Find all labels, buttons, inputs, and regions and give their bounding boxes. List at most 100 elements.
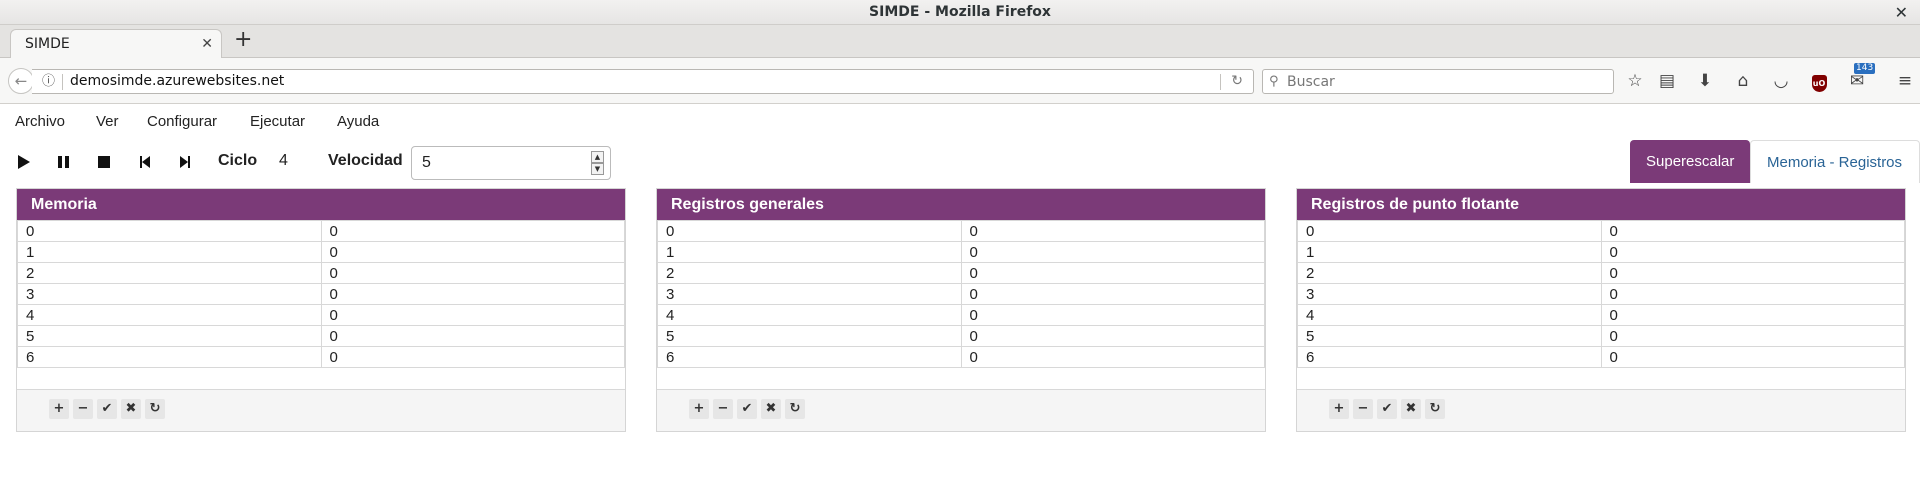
address-cell: 1 bbox=[17, 241, 322, 263]
value-cell[interactable]: 0 bbox=[320, 220, 625, 242]
tab-memoria-registros[interactable]: Memoria - Registros bbox=[1750, 140, 1920, 183]
cancel-icon[interactable]: ✖ bbox=[761, 399, 781, 419]
mail-notifier-icon[interactable]: ✉ 143 bbox=[1844, 63, 1876, 94]
back-arrow-icon: ← bbox=[14, 72, 28, 90]
notification-badge: 143 bbox=[1854, 63, 1876, 74]
tab-superescalar[interactable]: Superescalar bbox=[1630, 140, 1750, 183]
value-cell[interactable]: 0 bbox=[320, 283, 625, 305]
confirm-icon[interactable]: ✔ bbox=[1377, 399, 1397, 419]
value-cell[interactable]: 0 bbox=[1600, 262, 1905, 284]
panel-title: Registros generales bbox=[657, 189, 1265, 220]
fp-registers-table: 00 10 20 30 40 50 60 bbox=[1297, 220, 1905, 368]
value-cell[interactable]: 0 bbox=[320, 346, 625, 368]
new-tab-button[interactable]: + bbox=[234, 29, 252, 51]
pause-icon[interactable] bbox=[52, 150, 76, 174]
url-text[interactable]: demosimde.azurewebsites.net bbox=[70, 70, 284, 93]
spin-down-icon[interactable]: ▼ bbox=[591, 163, 604, 175]
bookmark-star-icon[interactable]: ☆ bbox=[1622, 68, 1648, 94]
register-cell: 6 bbox=[1297, 346, 1602, 368]
add-icon[interactable]: + bbox=[1329, 399, 1349, 419]
table-row: 20 bbox=[657, 262, 1265, 284]
general-registers-panel: Registros generales 00 10 20 30 40 50 60… bbox=[656, 188, 1266, 432]
register-cell: 3 bbox=[1297, 283, 1602, 305]
value-cell[interactable]: 0 bbox=[1600, 241, 1905, 263]
tab-close-icon[interactable]: ✕ bbox=[201, 30, 213, 59]
back-button[interactable]: ← bbox=[8, 68, 34, 94]
stop-icon[interactable] bbox=[92, 150, 116, 174]
add-icon[interactable]: + bbox=[689, 399, 709, 419]
menu-ver[interactable]: Ver bbox=[96, 113, 119, 130]
panel-title: Registros de punto flotante bbox=[1297, 189, 1905, 220]
remove-icon[interactable]: − bbox=[73, 399, 93, 419]
ublock-icon[interactable]: uO bbox=[1806, 68, 1832, 94]
confirm-icon[interactable]: ✔ bbox=[97, 399, 117, 419]
play-icon[interactable] bbox=[12, 150, 36, 174]
value-cell[interactable]: 0 bbox=[960, 346, 1265, 368]
downloads-icon[interactable]: ⬇ bbox=[1692, 68, 1718, 94]
remove-icon[interactable]: − bbox=[1353, 399, 1373, 419]
home-icon[interactable]: ⌂ bbox=[1730, 68, 1756, 94]
speed-input[interactable] bbox=[420, 153, 580, 173]
value-cell[interactable]: 0 bbox=[960, 283, 1265, 305]
window-close-button[interactable]: ✕ bbox=[1895, 0, 1908, 25]
value-cell[interactable]: 0 bbox=[1600, 346, 1905, 368]
confirm-icon[interactable]: ✔ bbox=[737, 399, 757, 419]
menu-ayuda[interactable]: Ayuda bbox=[337, 113, 379, 130]
tab-strip: SIMDE ✕ + bbox=[0, 25, 1920, 59]
value-cell[interactable]: 0 bbox=[1600, 325, 1905, 347]
value-cell[interactable]: 0 bbox=[960, 304, 1265, 326]
step-forward-icon[interactable] bbox=[173, 150, 197, 174]
menu-configurar[interactable]: Configurar bbox=[147, 113, 217, 130]
value-cell[interactable]: 0 bbox=[960, 241, 1265, 263]
register-cell: 6 bbox=[657, 346, 962, 368]
url-divider-right bbox=[1220, 74, 1221, 90]
speed-label: Velocidad bbox=[328, 152, 403, 169]
search-bar[interactable]: ⚲ bbox=[1262, 69, 1614, 94]
table-row: 60 bbox=[1297, 346, 1905, 368]
value-cell[interactable]: 0 bbox=[320, 304, 625, 326]
table-row: 50 bbox=[1297, 325, 1905, 347]
add-icon[interactable]: + bbox=[49, 399, 69, 419]
browser-tab[interactable]: SIMDE ✕ bbox=[10, 29, 222, 59]
info-icon[interactable]: ⓘ bbox=[42, 70, 55, 93]
table-row: 40 bbox=[17, 304, 625, 326]
refresh-icon[interactable]: ↻ bbox=[145, 399, 165, 419]
pocket-icon[interactable]: ◡ bbox=[1768, 68, 1794, 94]
register-cell: 4 bbox=[1297, 304, 1602, 326]
value-cell[interactable]: 0 bbox=[1600, 304, 1905, 326]
refresh-icon[interactable]: ↻ bbox=[1425, 399, 1445, 419]
hamburger-menu-icon[interactable]: ≡ bbox=[1892, 68, 1918, 94]
table-scroll-area[interactable] bbox=[17, 368, 625, 390]
speed-stepper[interactable]: ▲ ▼ bbox=[411, 146, 611, 180]
value-cell[interactable]: 0 bbox=[1600, 220, 1905, 242]
refresh-icon[interactable]: ↻ bbox=[785, 399, 805, 419]
table-scroll-area[interactable] bbox=[1297, 368, 1905, 390]
menu-archivo[interactable]: Archivo bbox=[15, 113, 65, 130]
table-row: 40 bbox=[1297, 304, 1905, 326]
spin-up-icon[interactable]: ▲ bbox=[591, 151, 604, 163]
step-back-icon[interactable] bbox=[133, 150, 157, 174]
search-input[interactable] bbox=[1285, 72, 1605, 91]
cycle-label: Ciclo bbox=[218, 152, 258, 169]
cancel-icon[interactable]: ✖ bbox=[1401, 399, 1421, 419]
address-cell: 5 bbox=[17, 325, 322, 347]
url-bar[interactable]: ⓘ demosimde.azurewebsites.net ↻ bbox=[32, 69, 1254, 94]
reload-icon[interactable]: ↻ bbox=[1231, 70, 1243, 93]
value-cell[interactable]: 0 bbox=[320, 241, 625, 263]
value-cell[interactable]: 0 bbox=[320, 262, 625, 284]
value-cell[interactable]: 0 bbox=[320, 325, 625, 347]
value-cell[interactable]: 0 bbox=[1600, 283, 1905, 305]
register-cell: 5 bbox=[657, 325, 962, 347]
table-scroll-area[interactable] bbox=[657, 368, 1265, 390]
value-cell[interactable]: 0 bbox=[960, 220, 1265, 242]
bookmarks-list-icon[interactable]: ▤ bbox=[1654, 68, 1680, 94]
cancel-icon[interactable]: ✖ bbox=[121, 399, 141, 419]
remove-icon[interactable]: − bbox=[713, 399, 733, 419]
view-tabs: Superescalar Memoria - Registros bbox=[1630, 140, 1920, 183]
table-row: 50 bbox=[657, 325, 1265, 347]
app-menubar: Archivo Ver Configurar Ejecutar Ayuda bbox=[0, 105, 1920, 139]
value-cell[interactable]: 0 bbox=[960, 325, 1265, 347]
value-cell[interactable]: 0 bbox=[960, 262, 1265, 284]
menu-ejecutar[interactable]: Ejecutar bbox=[250, 113, 305, 130]
speed-spinner[interactable]: ▲ ▼ bbox=[591, 151, 604, 175]
